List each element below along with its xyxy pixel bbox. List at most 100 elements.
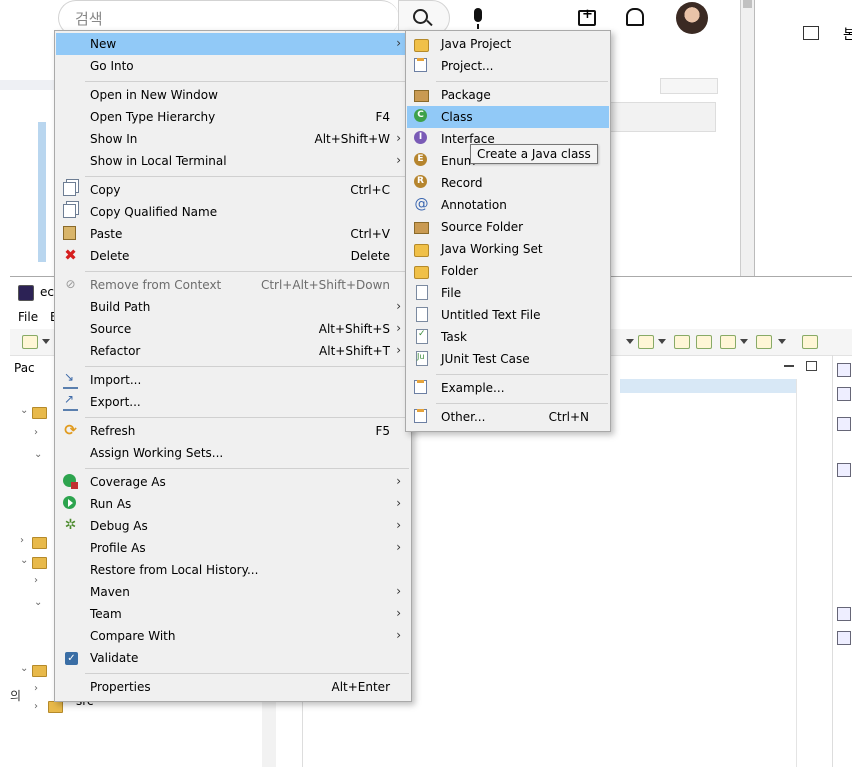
menu-item-restore-local-history[interactable]: Restore from Local History... xyxy=(56,559,410,581)
properties-icon[interactable] xyxy=(837,631,851,645)
submenu-item-java-working-set[interactable]: Java Working Set xyxy=(407,238,609,260)
chevron-down-icon[interactable] xyxy=(658,339,666,344)
menu-item-label: Paste xyxy=(90,227,123,241)
package-icon xyxy=(414,90,429,102)
menu-separator xyxy=(85,81,409,82)
menu-item-copy[interactable]: Copy Ctrl+C xyxy=(56,179,410,201)
chevron-right-icon[interactable]: › xyxy=(34,683,38,694)
browser-scrollbar[interactable] xyxy=(740,0,755,276)
submenu-item-task[interactable]: Task xyxy=(407,326,609,348)
back-icon[interactable] xyxy=(720,335,736,349)
perspective-icon[interactable] xyxy=(802,335,818,349)
project-folder-icon xyxy=(32,557,47,569)
menu-item-debug-as[interactable]: ✲ Debug As › xyxy=(56,515,410,537)
menu-item-copy-qualified-name[interactable]: Copy Qualified Name xyxy=(56,201,410,223)
submenu-item-junit-test-case[interactable]: JUnit Test Case xyxy=(407,348,609,370)
menu-item-validate[interactable]: ✓ Validate xyxy=(56,647,410,669)
chevron-right-icon[interactable]: › xyxy=(34,701,38,712)
search-toolbar-icon[interactable] xyxy=(638,335,654,349)
submenu-item-untitled-text-file[interactable]: Untitled Text File xyxy=(407,304,609,326)
submenu-item-other[interactable]: Other... Ctrl+N xyxy=(407,406,609,428)
context-menu: New › Go Into Open in New Window Open Typ… xyxy=(54,30,412,702)
menu-item-import[interactable]: Import... xyxy=(56,369,410,391)
microphone-icon[interactable] xyxy=(474,8,482,29)
chevron-down-icon[interactable]: ⌄ xyxy=(34,449,42,460)
menu-item-maven[interactable]: Maven › xyxy=(56,581,410,603)
chevron-down-icon[interactable] xyxy=(778,339,786,344)
chevron-down-icon[interactable]: ⌄ xyxy=(20,663,28,674)
menu-item-run-as[interactable]: Run As › xyxy=(56,493,410,515)
hierarchy-icon[interactable] xyxy=(837,607,851,621)
menu-separator xyxy=(85,366,409,367)
prev-annotation-icon[interactable] xyxy=(674,335,690,349)
submenu-item-example[interactable]: Example... xyxy=(407,377,609,399)
menu-item-team[interactable]: Team › xyxy=(56,603,410,625)
menu-item-go-into[interactable]: Go Into xyxy=(56,55,410,77)
chevron-right-icon[interactable]: › xyxy=(34,575,38,586)
menu-file[interactable]: File xyxy=(18,310,38,324)
menu-separator xyxy=(436,403,608,404)
menu-separator xyxy=(436,374,608,375)
menu-item-assign-working-sets[interactable]: Assign Working Sets... xyxy=(56,442,410,464)
submenu-item-record[interactable]: R Record xyxy=(407,172,609,194)
menu-item-new[interactable]: New › xyxy=(56,33,410,55)
submenu-item-package[interactable]: Package xyxy=(407,84,609,106)
chevron-right-icon[interactable]: › xyxy=(20,535,24,546)
editor-scrollbar[interactable] xyxy=(796,379,811,767)
submenu-item-annotation[interactable]: @ Annotation xyxy=(407,194,609,216)
submenu-item-project[interactable]: Project... xyxy=(407,55,609,77)
forward-icon[interactable] xyxy=(756,335,772,349)
menu-item-delete[interactable]: ✖ Delete Delete xyxy=(56,245,410,267)
menu-item-properties[interactable]: Properties Alt+Enter xyxy=(56,676,410,698)
menu-item-label: Refactor xyxy=(90,344,141,358)
menu-item-label: JUnit Test Case xyxy=(441,352,530,366)
working-set-icon xyxy=(414,244,429,257)
submenu-item-class[interactable]: C Class xyxy=(407,106,609,128)
new-wizard-icon[interactable] xyxy=(22,335,38,349)
menu-item-refactor[interactable]: Refactor Alt+Shift+T › xyxy=(56,340,410,362)
chevron-down-icon[interactable] xyxy=(626,339,634,344)
chevron-down-icon[interactable]: ⌄ xyxy=(20,405,28,416)
submenu-item-source-folder[interactable]: Source Folder xyxy=(407,216,609,238)
menu-item-label: Untitled Text File xyxy=(441,308,541,322)
chevron-right-icon[interactable]: › xyxy=(34,427,38,438)
menu-item-show-in[interactable]: Show In Alt+Shift+W › xyxy=(56,128,410,150)
menu-item-open-new-window[interactable]: Open in New Window xyxy=(56,84,410,106)
maximize-icon[interactable] xyxy=(806,361,817,371)
menu-item-compare-with[interactable]: Compare With › xyxy=(56,625,410,647)
create-video-icon[interactable] xyxy=(578,7,596,26)
chevron-right-icon: › xyxy=(396,496,401,510)
menu-item-show-in-terminal[interactable]: Show in Local Terminal › xyxy=(56,150,410,172)
menu-item-coverage-as[interactable]: Coverage As › xyxy=(56,471,410,493)
submenu-item-file[interactable]: File xyxy=(407,282,609,304)
chevron-right-icon: › xyxy=(396,36,401,50)
menu-item-paste[interactable]: Paste Ctrl+V xyxy=(56,223,410,245)
next-annotation-icon[interactable] xyxy=(696,335,712,349)
menu-item-open-type-hierarchy[interactable]: Open Type Hierarchy F4 xyxy=(56,106,410,128)
menu-item-source[interactable]: Source Alt+Shift+S › xyxy=(56,318,410,340)
menu-item-refresh[interactable]: ⟳ Refresh F5 xyxy=(56,420,410,442)
avatar[interactable] xyxy=(676,2,708,34)
chevron-down-icon[interactable]: ⌄ xyxy=(20,555,28,566)
interface-icon: I xyxy=(414,131,427,144)
filter-icon[interactable] xyxy=(837,463,851,477)
chevron-right-icon: › xyxy=(396,321,401,335)
bell-icon[interactable] xyxy=(626,8,644,26)
scrollbar-thumb[interactable] xyxy=(743,0,752,8)
chevron-down-icon[interactable] xyxy=(740,339,748,344)
menu-item-profile-as[interactable]: Profile As › xyxy=(56,537,410,559)
submenu-item-folder[interactable]: Folder xyxy=(407,260,609,282)
menu-item-label: Class xyxy=(441,110,473,124)
menu-item-export[interactable]: Export... xyxy=(56,391,410,413)
menu-item-build-path[interactable]: Build Path › xyxy=(56,296,410,318)
minimize-icon[interactable] xyxy=(784,365,794,367)
menu-item-label: Open Type Hierarchy xyxy=(90,110,216,124)
chevron-down-icon[interactable] xyxy=(42,339,50,344)
chart-icon[interactable] xyxy=(803,26,819,40)
outline-icon[interactable] xyxy=(837,363,851,377)
chevron-down-icon[interactable]: ⌄ xyxy=(34,597,42,608)
tab-package-explorer[interactable]: Pac xyxy=(14,361,35,375)
submenu-item-java-project[interactable]: Java Project xyxy=(407,33,609,55)
link-icon[interactable] xyxy=(837,417,851,431)
task-list-icon[interactable] xyxy=(837,387,851,401)
